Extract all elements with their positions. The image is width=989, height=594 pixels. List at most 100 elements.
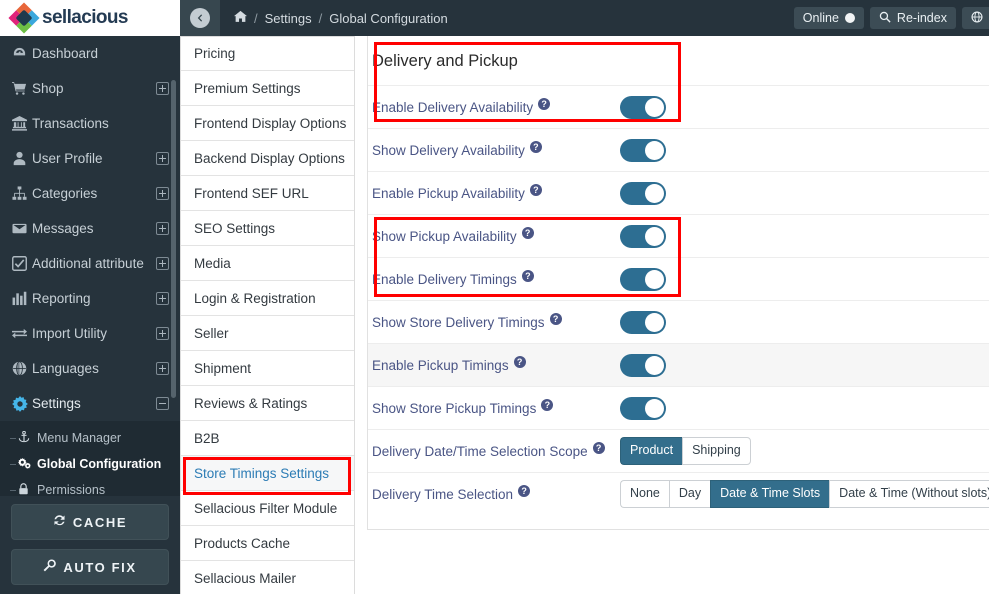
tab-login-registration[interactable]: Login & Registration bbox=[180, 281, 354, 316]
tab-store-timings-settings[interactable]: Store Timings Settings bbox=[180, 456, 354, 491]
breadcrumb-item-settings[interactable]: Settings bbox=[265, 11, 312, 26]
sidebar-item-settings[interactable]: Settings bbox=[0, 386, 180, 421]
sidebar-item-label: Dashboard bbox=[32, 46, 99, 61]
row-label-text: Enable Delivery Timings bbox=[372, 271, 517, 287]
expand-toggle-icon[interactable] bbox=[156, 257, 169, 270]
tab-media[interactable]: Media bbox=[180, 246, 354, 281]
language-button[interactable]: V bbox=[961, 7, 989, 29]
expand-toggle-icon[interactable] bbox=[156, 187, 169, 200]
sidebar-subitem-global-configuration[interactable]: Global Configuration bbox=[0, 451, 180, 477]
sidebar-item-label: Reporting bbox=[32, 291, 91, 306]
help-icon[interactable]: ? bbox=[549, 313, 562, 325]
sidebar-item-transactions[interactable]: Transactions bbox=[0, 106, 180, 141]
auto-fix-button-label: AUTO FIX bbox=[63, 559, 137, 575]
top-bar: / Settings / Global Configuration Online… bbox=[180, 0, 989, 36]
auto-fix-button[interactable]: AUTO FIX bbox=[11, 549, 169, 585]
page-title: Delivery and Pickup bbox=[372, 52, 518, 70]
option-product[interactable]: Product bbox=[620, 437, 683, 465]
toggle-show-store-delivery-timings[interactable] bbox=[620, 310, 666, 334]
row-label-text: Delivery Date/Time Selection Scope bbox=[372, 443, 588, 459]
tab-label: Sellacious Filter Module bbox=[194, 500, 338, 516]
row-label: Enable Pickup Timings ? bbox=[372, 356, 620, 373]
online-status-button[interactable]: Online bbox=[793, 7, 864, 29]
help-icon[interactable]: ? bbox=[592, 442, 605, 454]
tab-reviews-ratings[interactable]: Reviews & Ratings bbox=[180, 386, 354, 421]
sidebar-scrollbar-thumb[interactable] bbox=[171, 80, 176, 398]
sidebar-subitem-menu-manager[interactable]: Menu Manager bbox=[0, 425, 180, 451]
help-icon[interactable]: ? bbox=[521, 227, 534, 239]
tab-pricing[interactable]: Pricing bbox=[180, 36, 354, 71]
tab-seller[interactable]: Seller bbox=[180, 316, 354, 351]
toggle-enable-pickup-availability[interactable] bbox=[620, 181, 666, 205]
help-icon[interactable]: ? bbox=[521, 270, 534, 282]
envelope-icon bbox=[12, 221, 32, 236]
row-label-text: Show Store Pickup Timings bbox=[372, 400, 537, 416]
dashboard-icon bbox=[12, 46, 32, 61]
expand-toggle-icon[interactable] bbox=[156, 292, 169, 305]
expand-toggle-icon[interactable] bbox=[156, 362, 169, 375]
tab-seo-settings[interactable]: SEO Settings bbox=[180, 211, 354, 246]
help-icon[interactable]: ? bbox=[538, 98, 551, 110]
tab-b2b[interactable]: B2B bbox=[180, 421, 354, 456]
sidebar-subitem-label: Global Configuration bbox=[37, 457, 162, 471]
help-icon[interactable]: ? bbox=[541, 399, 554, 411]
sellacious-logo-icon bbox=[8, 2, 40, 34]
row-label-text: Delivery Time Selection bbox=[372, 486, 514, 502]
sidebar-item-import-utility[interactable]: Import Utility bbox=[0, 316, 180, 351]
sidebar-item-reporting[interactable]: Reporting bbox=[0, 281, 180, 316]
tab-sellacious-filter-module[interactable]: Sellacious Filter Module bbox=[180, 491, 354, 526]
sidebar-item-additional-attribute[interactable]: Additional attribute bbox=[0, 246, 180, 281]
back-button[interactable] bbox=[180, 0, 220, 36]
home-icon[interactable] bbox=[234, 10, 247, 26]
help-icon[interactable]: ? bbox=[529, 141, 542, 153]
tab-premium-settings[interactable]: Premium Settings bbox=[180, 71, 354, 106]
sidebar-item-shop[interactable]: Shop bbox=[0, 71, 180, 106]
toggle-enable-pickup-timings[interactable] bbox=[620, 353, 666, 377]
sidebar-action-buttons: CACHE AUTO FIX bbox=[0, 496, 180, 594]
collapse-toggle-icon[interactable] bbox=[156, 397, 169, 410]
expand-toggle-icon[interactable] bbox=[156, 82, 169, 95]
row-label: Show Delivery Availability ? bbox=[372, 141, 620, 158]
sidebar-item-user-profile[interactable]: User Profile bbox=[0, 141, 180, 176]
tab-products-cache[interactable]: Products Cache bbox=[180, 526, 354, 561]
main-sidebar: sellacious Dashboard Shop Transactions U… bbox=[0, 0, 180, 594]
breadcrumb-item-global-configuration[interactable]: Global Configuration bbox=[329, 11, 448, 26]
toggle-show-delivery-availability[interactable] bbox=[620, 138, 666, 162]
sidebar-item-categories[interactable]: Categories bbox=[0, 176, 180, 211]
expand-toggle-icon[interactable] bbox=[156, 222, 169, 235]
cache-button[interactable]: CACHE bbox=[11, 504, 169, 540]
option-date-time-slots[interactable]: Date & Time Slots bbox=[710, 480, 830, 508]
toggle-show-store-pickup-timings[interactable] bbox=[620, 396, 666, 420]
expand-toggle-icon[interactable] bbox=[156, 327, 169, 340]
buttongroup-delivery-scope: Product Shipping bbox=[620, 437, 751, 465]
tab-label: Login & Registration bbox=[194, 290, 316, 306]
tab-backend-display-options[interactable]: Backend Display Options bbox=[180, 141, 354, 176]
toggle-enable-delivery-timings[interactable] bbox=[620, 267, 666, 291]
brand-logo[interactable]: sellacious bbox=[0, 0, 180, 36]
sidebar-item-label: Shop bbox=[32, 81, 64, 96]
sidebar-item-dashboard[interactable]: Dashboard bbox=[0, 36, 180, 71]
help-icon[interactable]: ? bbox=[529, 184, 542, 196]
option-none[interactable]: None bbox=[620, 480, 669, 508]
expand-toggle-icon[interactable] bbox=[156, 152, 169, 165]
tab-frontend-display-options[interactable]: Frontend Display Options bbox=[180, 106, 354, 141]
option-shipping[interactable]: Shipping bbox=[682, 437, 751, 465]
sidebar-item-messages[interactable]: Messages bbox=[0, 211, 180, 246]
brand-name: sellacious bbox=[42, 7, 128, 28]
row-label-text: Enable Delivery Availability bbox=[372, 99, 534, 115]
re-index-button[interactable]: Re-index bbox=[869, 7, 956, 29]
help-icon[interactable]: ? bbox=[518, 485, 531, 497]
tab-sellacious-mailer[interactable]: Sellacious Mailer bbox=[180, 561, 354, 594]
tab-shipment[interactable]: Shipment bbox=[180, 351, 354, 386]
tab-label: Store Timings Settings bbox=[194, 465, 330, 481]
tab-frontend-sef-url[interactable]: Frontend SEF URL bbox=[180, 176, 354, 211]
row-label: Show Pickup Availability ? bbox=[372, 227, 620, 244]
option-date-time-without-slots[interactable]: Date & Time (Without slots) bbox=[829, 480, 989, 508]
toggle-enable-delivery-availability[interactable] bbox=[620, 95, 666, 119]
toggle-show-pickup-availability[interactable] bbox=[620, 224, 666, 248]
help-icon[interactable]: ? bbox=[513, 356, 526, 368]
row-enable-pickup-timings: Enable Pickup Timings ? bbox=[368, 343, 989, 386]
option-day[interactable]: Day bbox=[668, 480, 711, 508]
sidebar-item-languages[interactable]: Languages bbox=[0, 351, 180, 386]
sidebar-scrollbar-track[interactable] bbox=[171, 40, 178, 490]
